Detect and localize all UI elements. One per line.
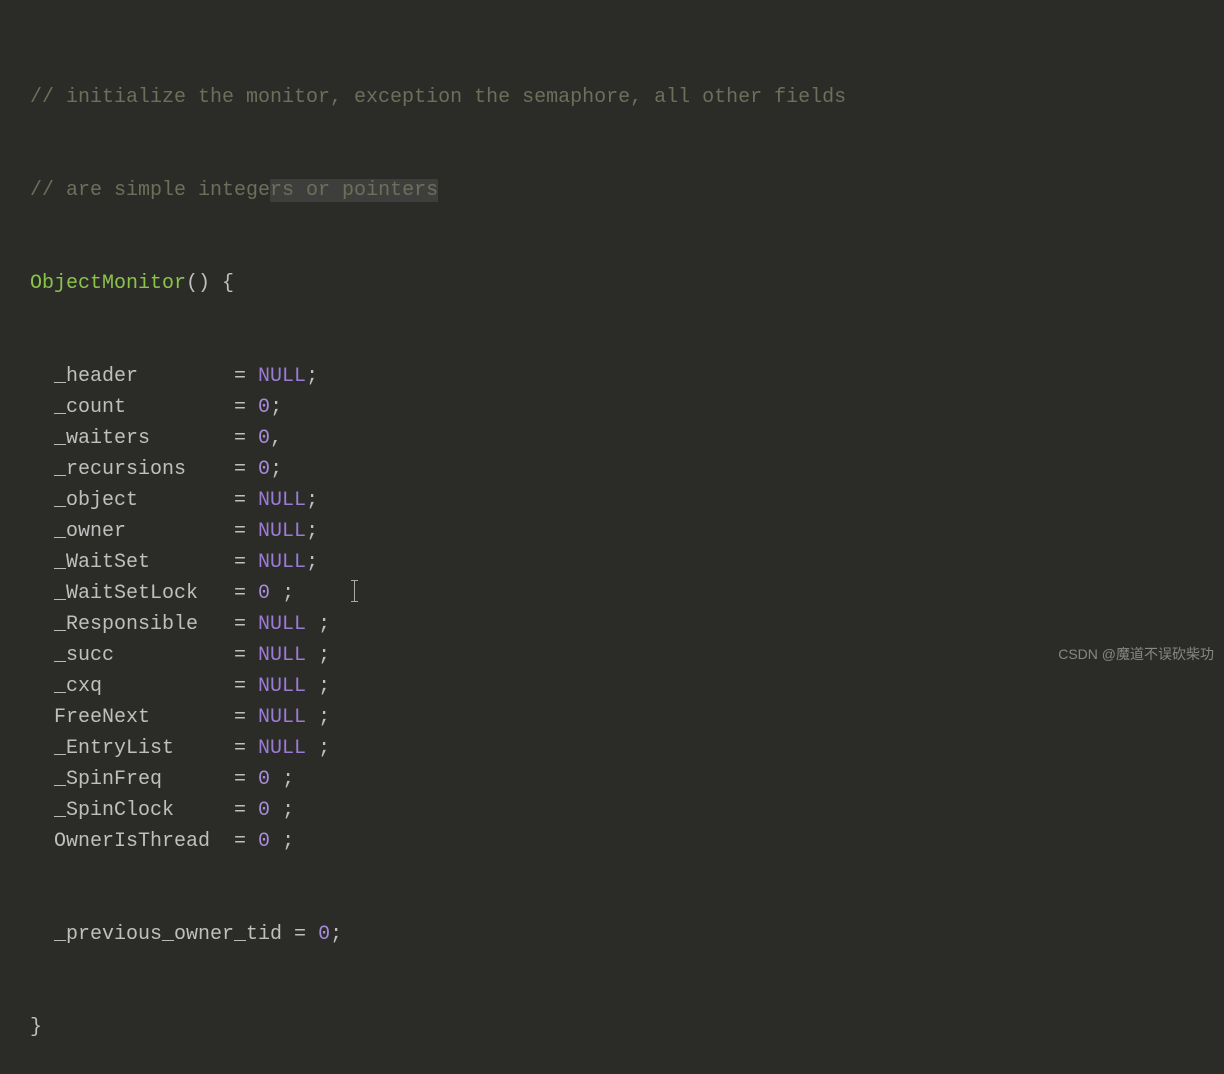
terminator: ; bbox=[306, 706, 330, 729]
terminator: ; bbox=[306, 365, 318, 388]
equals: = bbox=[234, 396, 258, 419]
terminator: ; bbox=[270, 458, 282, 481]
value: 0 bbox=[258, 427, 270, 450]
func-signature: ObjectMonitor() { bbox=[30, 268, 1224, 299]
field-name: _SpinClock bbox=[54, 799, 234, 822]
code-line: _waiters = 0, bbox=[30, 423, 1224, 454]
code-line: FreeNext = NULL ; bbox=[30, 702, 1224, 733]
text-cursor-icon bbox=[354, 580, 355, 602]
terminator: ; bbox=[306, 520, 318, 543]
code-line: _WaitSetLock = 0 ; bbox=[30, 578, 1224, 609]
terminator: ; bbox=[306, 644, 330, 667]
value: NULL bbox=[258, 520, 306, 543]
field-name: _object bbox=[54, 489, 234, 512]
field-name: _WaitSetLock bbox=[54, 582, 234, 605]
value: 0 bbox=[258, 768, 270, 791]
field-name: _WaitSet bbox=[54, 551, 234, 574]
code-line: _cxq = NULL ; bbox=[30, 671, 1224, 702]
field-name: _Responsible bbox=[54, 613, 234, 636]
terminator: ; bbox=[270, 768, 294, 791]
terminator: ; bbox=[270, 799, 294, 822]
func-close: } bbox=[30, 1012, 1224, 1043]
code-line: _count = 0; bbox=[30, 392, 1224, 423]
field-name: _EntryList bbox=[54, 737, 234, 760]
terminator: ; bbox=[306, 489, 318, 512]
field-name: _SpinFreq bbox=[54, 768, 234, 791]
equals: = bbox=[234, 427, 258, 450]
code-line: _WaitSet = NULL; bbox=[30, 547, 1224, 578]
code-line: _SpinClock = 0 ; bbox=[30, 795, 1224, 826]
value: NULL bbox=[258, 365, 306, 388]
field-name: _recursions bbox=[54, 458, 234, 481]
value: 0 bbox=[258, 458, 270, 481]
code-line: _SpinFreq = 0 ; bbox=[30, 764, 1224, 795]
equals: = bbox=[234, 458, 258, 481]
equals: = bbox=[234, 582, 258, 605]
terminator: ; bbox=[270, 396, 282, 419]
comment-line-2: // are simple integers or pointers bbox=[30, 175, 1224, 206]
equals: = bbox=[234, 768, 258, 791]
comment-line-1: // initialize the monitor, exception the… bbox=[30, 82, 1224, 113]
terminator: ; bbox=[270, 830, 294, 853]
value: NULL bbox=[258, 706, 306, 729]
equals: = bbox=[234, 675, 258, 698]
value: NULL bbox=[258, 489, 306, 512]
field-name: _succ bbox=[54, 644, 234, 667]
highlighted-text: rs or pointers bbox=[270, 179, 438, 202]
value: 0 bbox=[258, 582, 270, 605]
equals: = bbox=[234, 737, 258, 760]
value: NULL bbox=[258, 644, 306, 667]
code-line: OwnerIsThread = 0 ; bbox=[30, 826, 1224, 857]
value: NULL bbox=[258, 551, 306, 574]
terminator: ; bbox=[306, 551, 318, 574]
code-line: _recursions = 0; bbox=[30, 454, 1224, 485]
last-body-line: _previous_owner_tid = 0; bbox=[30, 919, 1224, 950]
code-line: _owner = NULL; bbox=[30, 516, 1224, 547]
terminator: , bbox=[270, 427, 282, 450]
equals: = bbox=[234, 830, 258, 853]
value: 0 bbox=[258, 830, 270, 853]
field-name: _waiters bbox=[54, 427, 234, 450]
value: 0 bbox=[258, 799, 270, 822]
equals: = bbox=[234, 799, 258, 822]
equals: = bbox=[234, 551, 258, 574]
terminator: ; bbox=[306, 737, 330, 760]
field-name: _owner bbox=[54, 520, 234, 543]
code-line: _Responsible = NULL ; bbox=[30, 609, 1224, 640]
terminator: ; bbox=[306, 675, 330, 698]
equals: = bbox=[234, 706, 258, 729]
field-name: _header bbox=[54, 365, 234, 388]
equals: = bbox=[234, 489, 258, 512]
value: 0 bbox=[258, 396, 270, 419]
field-name: OwnerIsThread bbox=[54, 830, 234, 853]
value: NULL bbox=[258, 737, 306, 760]
code-body: _header = NULL;_count = 0;_waiters = 0,_… bbox=[30, 361, 1224, 857]
code-block: // initialize the monitor, exception the… bbox=[30, 20, 1224, 1074]
code-line: _succ = NULL ; bbox=[30, 640, 1224, 671]
watermark: CSDN @魔道不误砍柴功 bbox=[1058, 644, 1214, 666]
terminator: ; bbox=[270, 582, 294, 605]
field-name: _cxq bbox=[54, 675, 234, 698]
value: NULL bbox=[258, 613, 306, 636]
equals: = bbox=[234, 644, 258, 667]
value: NULL bbox=[258, 675, 306, 698]
field-name: _count bbox=[54, 396, 234, 419]
equals: = bbox=[234, 365, 258, 388]
code-line: _EntryList = NULL ; bbox=[30, 733, 1224, 764]
terminator: ; bbox=[306, 613, 330, 636]
equals: = bbox=[234, 520, 258, 543]
field-name: FreeNext bbox=[54, 706, 234, 729]
equals: = bbox=[234, 613, 258, 636]
code-line: _object = NULL; bbox=[30, 485, 1224, 516]
code-line: _header = NULL; bbox=[30, 361, 1224, 392]
